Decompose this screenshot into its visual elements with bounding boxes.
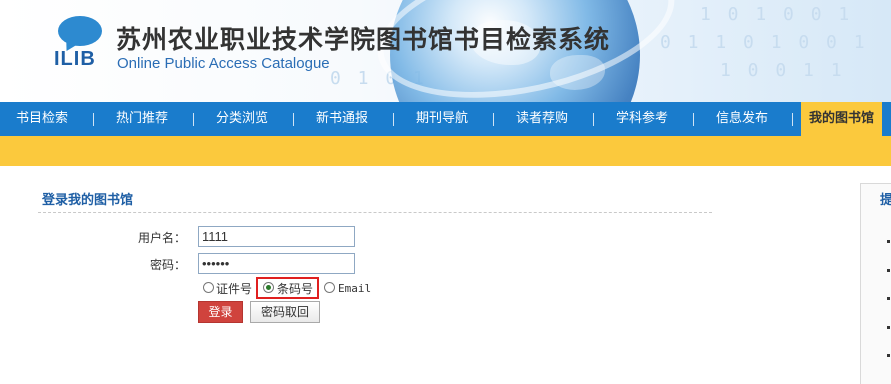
site-subtitle: Online Public Access Catalogue [117,55,330,72]
nav-separator [593,113,594,126]
nav-separator [93,113,94,126]
nav-subbar [0,136,891,166]
radio-email[interactable] [324,282,335,293]
sidebar-heading: 提 [880,193,891,208]
username-label: 用户名： [137,231,186,245]
highlight-box [256,277,319,299]
sidebar-bullet [887,240,890,243]
radio-email-label: Email [338,282,372,295]
sidebar-bullet [887,326,890,329]
username-input[interactable] [198,226,355,247]
nav-item-journal-nav[interactable]: 期刊导航 [416,102,468,136]
nav-item-catalog-search[interactable]: 书目检索 [16,102,68,136]
nav-separator [493,113,494,126]
radio-id-number-label: 证件号 [216,282,253,296]
binary-decoration: 1 0 1 0 0 1 [700,4,853,25]
binary-decoration: 0 1 1 0 1 0 0 1 [660,32,868,53]
radio-id-number[interactable] [203,282,214,293]
nav-separator [193,113,194,126]
section-title: 登录我的图书馆 [42,193,134,208]
section-divider [38,212,712,213]
site-title: 苏州农业职业技术学院图书馆书目检索系统 [116,25,611,54]
binary-decoration: 1 0 0 1 1 [720,60,845,81]
nav-item-info-release[interactable]: 信息发布 [716,102,768,136]
nav-separator [792,113,793,126]
sidebar-bullet [887,269,890,272]
nav-separator [393,113,394,126]
password-recover-button[interactable]: 密码取回 [250,301,320,323]
nav-separator [693,113,694,126]
password-label: 密码： [149,258,186,272]
password-input[interactable] [198,253,355,274]
logo: ILIB [54,48,96,70]
nav-item-new-books[interactable]: 新书通报 [316,102,368,136]
sidebar-bullet [887,297,890,300]
sidebar-bullet [887,354,890,357]
nav-item-reader-recommend[interactable]: 读者荐购 [516,102,568,136]
nav-item-my-library[interactable]: 我的图书馆 [801,102,883,136]
login-button[interactable]: 登录 [198,301,243,323]
nav-item-hot-recommend[interactable]: 热门推荐 [116,102,168,136]
header-banner: 1 0 1 0 0 1 0 1 1 0 1 0 0 1 1 0 0 1 1 0 … [0,0,891,102]
nav-item-subject-reference[interactable]: 学科参考 [616,102,668,136]
nav-separator [293,113,294,126]
main-nav: 书目检索 热门推荐 分类浏览 新书通报 期刊导航 读者荐购 学科参考 信息发布 … [0,102,891,136]
nav-item-category-browse[interactable]: 分类浏览 [216,102,268,136]
